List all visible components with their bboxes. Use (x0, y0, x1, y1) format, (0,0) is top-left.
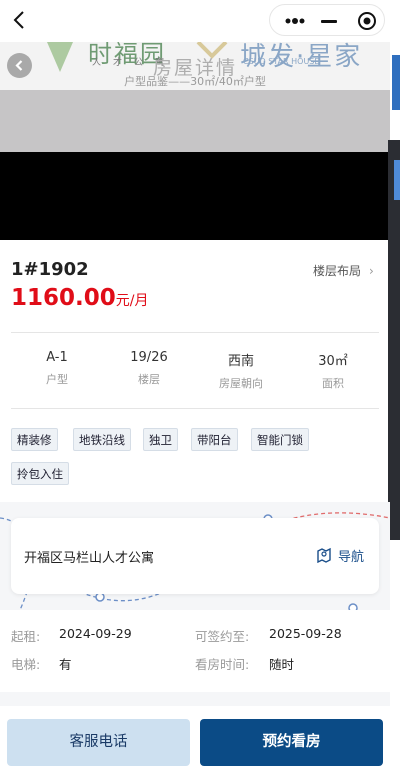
back-arrow-icon[interactable] (8, 8, 32, 32)
navigate-button[interactable]: 导航 (316, 546, 364, 565)
address-text: 开福区马栏山人才公寓 (24, 551, 155, 566)
spec-key: 楼层 (138, 373, 160, 386)
viewing-time-label: 看房时间: (195, 657, 250, 672)
rent-price: 1160.00元/月 (11, 285, 148, 311)
feature-tag: 独卫 (143, 428, 178, 451)
viewing-time-value: 随时 (269, 657, 295, 672)
section-separator (0, 692, 390, 706)
elevator-label: 电梯: (11, 657, 41, 672)
spec-key: 户型 (46, 373, 68, 386)
page: 时福园 人才公寓 城发·星家 CSUD STAR HOUSE 房屋详情 户型品鉴… (0, 0, 400, 770)
sign-until-value: 2025-09-28 (269, 626, 342, 641)
floor-layout-label: 楼层布局 (313, 264, 362, 278)
target-icon[interactable] (357, 11, 377, 31)
room-number: 1#1902 (11, 259, 89, 280)
right-edge-accent-2 (394, 160, 400, 200)
chevron-left-icon (15, 60, 23, 71)
feature-tag: 地铁沿线 (73, 428, 131, 451)
elevator-value: 有 (59, 657, 72, 672)
feature-tag: 带阳台 (191, 428, 238, 451)
divider (11, 332, 379, 333)
price-unit: 元/月 (115, 293, 149, 309)
floor-layout-link[interactable]: 楼层布局 › (313, 262, 374, 279)
house-photo: 时福园 人才公寓 城发·星家 CSUD STAR HOUSE 房屋详情 户型品鉴… (0, 42, 390, 242)
right-edge-accent (392, 55, 400, 110)
feature-tag: 智能门锁 (251, 428, 309, 451)
mini-program-capsule (269, 4, 385, 36)
start-date-value: 2024-09-29 (59, 626, 132, 641)
action-bar: 客服电话 预约看房 (0, 706, 390, 770)
sign-until-label: 可签约至: (195, 629, 250, 644)
spec-area: 30㎡ 面积 (287, 350, 379, 391)
address-card: 开福区马栏山人才公寓 导航 (11, 518, 379, 594)
spec-layout: A-1 户型 (11, 350, 103, 387)
minus-icon[interactable] (321, 14, 339, 28)
feature-tag: 精装修 (11, 428, 58, 451)
book-viewing-button[interactable]: 预约看房 (200, 719, 383, 766)
spec-value: 19/26 (130, 350, 168, 365)
navigate-label: 导航 (338, 550, 365, 565)
hero-photo-dark (0, 152, 390, 240)
top-nav-bar (0, 0, 400, 42)
feature-tag: 拎包入住 (11, 462, 69, 485)
spec-key: 房屋朝向 (219, 377, 263, 390)
price-value: 1160.00 (11, 285, 116, 311)
right-edge-dark (388, 140, 400, 540)
spec-floor: 19/26 楼层 (103, 350, 195, 387)
spec-key: 面积 (322, 377, 344, 390)
photo-back-button[interactable] (7, 53, 32, 78)
location-map[interactable]: 开福区马栏山人才公寓 导航 (0, 502, 390, 610)
map-navigation-icon (317, 547, 331, 564)
lease-info: 起租: 2024-09-29 可签约至: 2025-09-28 电梯: 有 看房… (0, 610, 390, 692)
more-dots-icon[interactable] (282, 14, 312, 28)
hero-subcaption: 户型品鉴——30㎡/40㎡户型 (124, 75, 266, 88)
spec-row: A-1 户型 19/26 楼层 西南 房屋朝向 30㎡ 面积 (11, 350, 379, 410)
spec-value: 西南 (227, 354, 254, 369)
spec-value: 30㎡ (318, 354, 348, 369)
spec-value: A-1 (46, 350, 68, 365)
customer-service-button[interactable]: 客服电话 (7, 719, 190, 766)
start-date-label: 起租: (11, 629, 41, 644)
spec-orientation: 西南 房屋朝向 (195, 350, 287, 391)
hero-photo-band (0, 90, 390, 152)
chevron-right-icon: › (369, 264, 374, 278)
divider (11, 408, 379, 409)
